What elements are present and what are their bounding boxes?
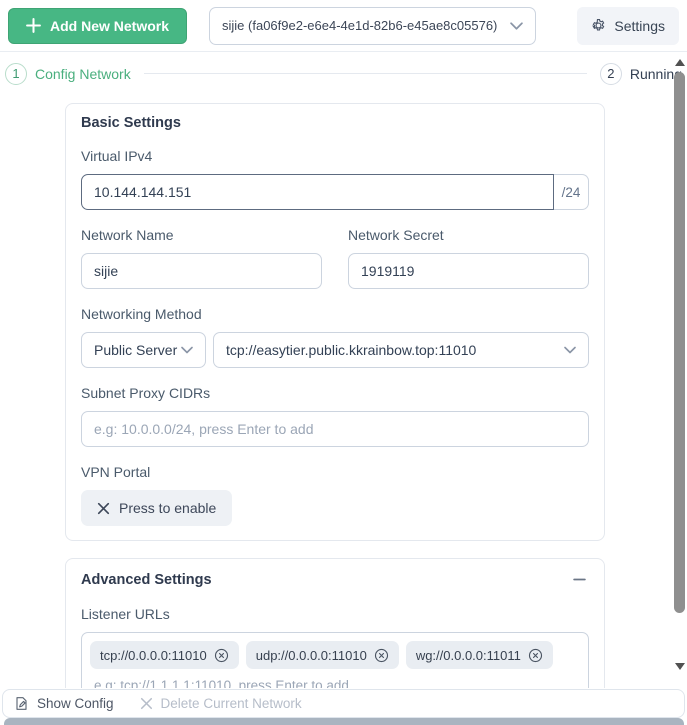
delete-current-network-button[interactable]: Delete Current Network (140, 696, 302, 711)
public-server-url-value: tcp://easytier.public.kkrainbow.top:1101… (226, 342, 477, 358)
virtual-ipv4-label: Virtual IPv4 (81, 148, 153, 164)
listener-urls-chips-input[interactable]: tcp://0.0.0.0:11010 udp://0.0.0.0:11010 (81, 632, 589, 688)
network-name-label: Network Name (81, 227, 174, 243)
step1-label: Config Network (35, 65, 131, 82)
scroll-down-arrow-icon[interactable] (675, 663, 685, 670)
listener-url-chip: udp://0.0.0.0:11010 (245, 641, 399, 669)
main-content: 1 Config Network 2 Running Basic Setting… (0, 52, 687, 688)
listener-urls-label: Listener URLs (81, 606, 170, 622)
vertical-scrollbar[interactable] (673, 56, 686, 678)
listener-urls-placeholder: e.g: tcp://1.1.1.1:11010, press Enter to… (94, 678, 349, 688)
vpn-portal-label: VPN Portal (81, 464, 151, 480)
chip-remove-icon[interactable] (528, 648, 543, 663)
settings-button-label: Settings (614, 17, 665, 34)
add-new-network-button[interactable]: Add New Network (8, 7, 188, 44)
chevron-down-icon (564, 346, 576, 354)
advanced-settings-card: Advanced Settings Listener URLs tcp://0.… (65, 558, 605, 688)
stepper-connector-line (143, 73, 587, 74)
show-config-button[interactable]: Show Config (14, 696, 114, 711)
scrollbar-thumb[interactable] (674, 72, 685, 613)
network-secret-label: Network Secret (348, 227, 444, 243)
chip-remove-icon[interactable] (374, 648, 389, 663)
networking-method-value: Public Server (94, 342, 178, 358)
step-running[interactable]: 2 Running (599, 62, 682, 85)
step-config-network[interactable]: 1 Config Network (5, 62, 131, 85)
chip-remove-icon[interactable] (214, 648, 229, 663)
show-config-label: Show Config (37, 696, 114, 711)
plus-icon (26, 18, 41, 33)
basic-settings-card: Basic Settings Virtual IPv4 /24 Network … (65, 103, 605, 541)
top-toolbar: Add New Network sijie (fa06f9e2-e6e4-4e1… (0, 0, 687, 52)
gear-icon (591, 18, 606, 33)
step1-circle: 1 (5, 62, 27, 85)
virtual-ipv4-input[interactable] (81, 174, 554, 210)
listener-url-chip-label: tcp://0.0.0.0:11010 (100, 647, 207, 663)
advanced-settings-title: Advanced Settings (81, 571, 212, 588)
virtual-ipv4-group: /24 (81, 174, 589, 210)
public-server-url-select[interactable]: tcp://easytier.public.kkrainbow.top:1101… (213, 332, 589, 368)
file-edit-icon (14, 696, 29, 711)
listener-url-chip: wg://0.0.0.0:11011 (405, 641, 553, 669)
basic-settings-title: Basic Settings (81, 115, 181, 131)
network-secret-input[interactable] (348, 253, 589, 289)
add-new-network-label: Add New Network (50, 17, 170, 34)
networking-method-select[interactable]: Public Server (81, 332, 206, 368)
chevron-down-icon (510, 21, 523, 30)
delete-current-network-label: Delete Current Network (160, 696, 302, 711)
settings-button[interactable]: Settings (577, 6, 679, 45)
vpn-portal-enable-label: Press to enable (119, 500, 217, 516)
listener-url-chip-label: udp://0.0.0.0:11010 (255, 647, 367, 663)
listener-url-chip-label: wg://0.0.0.0:11011 (415, 647, 521, 663)
config-stepper: 1 Config Network 2 Running (0, 52, 687, 86)
next-panel-edge (4, 718, 684, 725)
footer-toolbar: Show Config Delete Current Network (2, 689, 685, 718)
virtual-ipv4-prefix-addon: /24 (554, 174, 589, 210)
network-name-input[interactable] (81, 253, 322, 289)
networking-method-label: Networking Method (81, 306, 202, 322)
listener-url-chip: tcp://0.0.0.0:11010 (90, 641, 239, 669)
collapse-minus-icon[interactable] (570, 570, 589, 589)
network-select-dropdown[interactable]: sijie (fa06f9e2-e6e4-4e1d-82b6-e45ae8c05… (209, 6, 537, 45)
step2-circle: 2 (599, 62, 622, 85)
subnet-proxy-input[interactable] (81, 411, 589, 447)
vpn-portal-enable-button[interactable]: Press to enable (81, 490, 233, 526)
times-icon (97, 502, 110, 515)
chevron-down-icon (181, 346, 193, 354)
network-select-value: sijie (fa06f9e2-e6e4-4e1d-82b6-e45ae8c05… (222, 18, 498, 33)
subnet-proxy-label: Subnet Proxy CIDRs (81, 385, 211, 401)
scroll-up-arrow-icon[interactable] (675, 59, 685, 66)
listener-chips-row: tcp://0.0.0.0:11010 udp://0.0.0.0:11010 (90, 641, 580, 669)
times-icon (140, 697, 153, 710)
